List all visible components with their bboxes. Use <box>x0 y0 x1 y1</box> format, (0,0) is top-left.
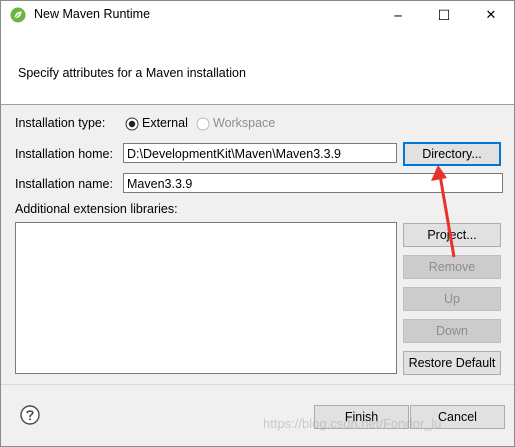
window-title: New Maven Runtime <box>34 7 151 21</box>
footer-separator <box>1 384 514 385</box>
workspace-radio-label[interactable]: Workspace <box>213 116 275 130</box>
close-button[interactable]: ✕ <box>468 1 514 30</box>
installation-home-field[interactable]: D:\DevelopmentKit\Maven\Maven3.3.9 <box>123 143 397 163</box>
minimize-button[interactable]: ─ <box>375 1 421 30</box>
header-message: Specify attributes for a Maven installat… <box>18 66 246 80</box>
installation-type-label: Installation type: <box>15 116 106 130</box>
extension-libraries-list[interactable] <box>15 222 397 374</box>
minimize-icon: ─ <box>394 8 402 23</box>
close-icon: ✕ <box>485 8 497 23</box>
spring-leaf-icon <box>10 7 26 23</box>
annotation-arrow-icon <box>431 165 456 258</box>
finish-button[interactable]: Finish <box>314 405 409 429</box>
installation-name-label: Installation name: <box>15 177 113 191</box>
extension-libraries-label: Additional extension libraries: <box>15 202 178 216</box>
down-button[interactable]: Down <box>403 319 501 343</box>
cancel-button[interactable]: Cancel <box>410 405 505 429</box>
maximize-button[interactable]: ☐ <box>421 1 467 30</box>
help-question-icon[interactable] <box>20 405 40 425</box>
external-radio[interactable] <box>125 117 139 131</box>
up-button[interactable]: Up <box>403 287 501 311</box>
maximize-icon: ☐ <box>437 7 451 24</box>
maven-runtime-dialog: New Maven Runtime ─ ☐ ✕ Specify attribut… <box>0 0 515 447</box>
external-radio-label[interactable]: External <box>142 116 188 130</box>
workspace-radio[interactable] <box>196 117 210 131</box>
title-bar: New Maven Runtime ─ ☐ ✕ <box>1 1 514 30</box>
installation-home-label: Installation home: <box>15 147 113 161</box>
dialog-header: Specify attributes for a Maven installat… <box>1 30 514 105</box>
restore-default-button[interactable]: Restore Default <box>403 351 501 375</box>
